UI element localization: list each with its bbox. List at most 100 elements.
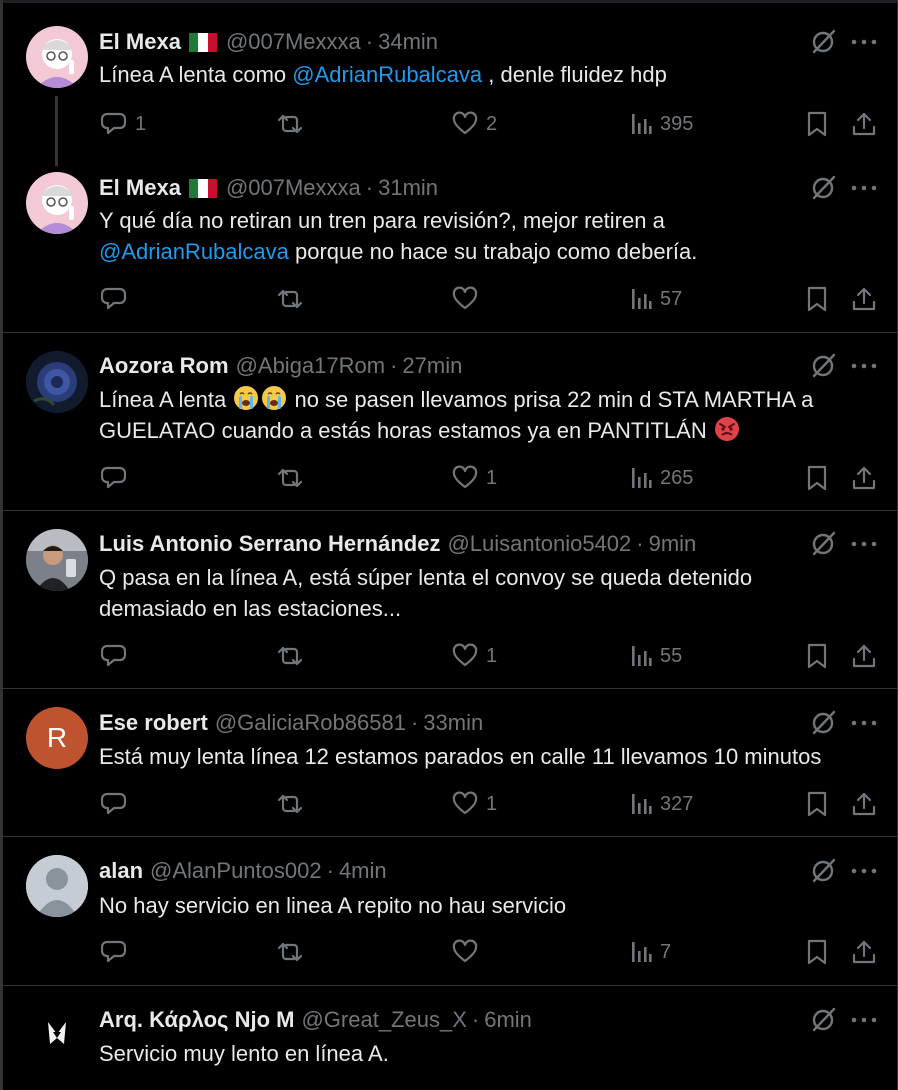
- avatar[interactable]: R: [26, 707, 88, 769]
- reply-button[interactable]: [101, 788, 127, 820]
- display-name[interactable]: alan: [99, 858, 143, 884]
- views-button[interactable]: 395: [630, 108, 693, 140]
- reply-button[interactable]: [101, 936, 127, 968]
- more-icon[interactable]: [850, 708, 878, 738]
- grok-icon[interactable]: [808, 1005, 838, 1035]
- views-button[interactable]: 57: [630, 283, 682, 315]
- bookmark-button[interactable]: [806, 283, 828, 315]
- handle[interactable]: @Abiga17Rom: [236, 353, 386, 379]
- share-button[interactable]: [851, 283, 877, 315]
- display-name[interactable]: Aozora Rom: [99, 353, 229, 379]
- avatar-letter: R: [46, 722, 68, 753]
- mention-link[interactable]: @AdrianRubalcava: [99, 239, 289, 264]
- like-button[interactable]: [452, 936, 478, 968]
- more-icon[interactable]: [850, 856, 878, 886]
- grok-icon[interactable]: [808, 708, 838, 738]
- tweet[interactable]: alan @AlanPuntos002 · 4min No hay servic…: [0, 837, 898, 985]
- timestamp[interactable]: 34min: [378, 29, 438, 55]
- bookmark-button[interactable]: [806, 936, 828, 968]
- reply-button[interactable]: [101, 640, 127, 672]
- display-name[interactable]: Luis Antonio Serrano Hernández: [99, 531, 440, 557]
- reply-icon: [101, 644, 127, 667]
- tweet-header: Luis Antonio Serrano Hernández @Luisanto…: [99, 529, 696, 559]
- views-button[interactable]: 55: [630, 640, 682, 672]
- retweet-icon: [277, 468, 303, 488]
- tweet[interactable]: El Mexa @007Mexxxa · 31min Y qué día no …: [0, 165, 898, 332]
- handle[interactable]: @007Mexxxa: [226, 175, 361, 201]
- timestamp[interactable]: 9min: [649, 531, 697, 557]
- grok-icon[interactable]: [808, 173, 838, 203]
- views-icon: [632, 289, 652, 309]
- retweet-button[interactable]: [275, 108, 305, 140]
- grok-icon[interactable]: [808, 27, 838, 57]
- view-count: 57: [660, 287, 683, 310]
- share-button[interactable]: [851, 108, 877, 140]
- grok-icon[interactable]: [808, 351, 838, 381]
- timestamp[interactable]: 6min: [484, 1007, 532, 1033]
- view-count: 55: [660, 644, 683, 667]
- retweet-button[interactable]: [275, 788, 305, 820]
- like-button[interactable]: 1: [452, 462, 497, 494]
- like-button[interactable]: 1: [452, 788, 497, 820]
- display-name[interactable]: El Mexa: [99, 29, 181, 55]
- grok-icon[interactable]: [808, 856, 838, 886]
- views-button[interactable]: 7: [630, 936, 671, 968]
- separator-dot: ·: [636, 531, 644, 556]
- like-button[interactable]: 1: [452, 640, 497, 672]
- reply-button[interactable]: 1: [101, 108, 146, 140]
- more-icon[interactable]: [850, 27, 878, 57]
- bookmark-button[interactable]: [806, 108, 828, 140]
- timestamp[interactable]: 31min: [378, 175, 438, 201]
- bookmark-button[interactable]: [806, 788, 828, 820]
- bookmark-button[interactable]: [806, 640, 828, 672]
- mention-link[interactable]: @AdrianRubalcava: [292, 62, 482, 87]
- more-icon[interactable]: [850, 351, 878, 381]
- retweet-icon: [277, 794, 303, 814]
- more-icon[interactable]: [850, 1005, 878, 1035]
- display-name[interactable]: Ese robert: [99, 710, 208, 736]
- share-button[interactable]: [851, 640, 877, 672]
- bookmark-button[interactable]: [806, 462, 828, 494]
- tweet[interactable]: El Mexa @007Mexxxa · 34min Línea A lenta…: [0, 0, 898, 166]
- timestamp[interactable]: 27min: [402, 353, 462, 379]
- handle[interactable]: @Luisantonio5402: [447, 531, 631, 557]
- timestamp[interactable]: 33min: [423, 710, 483, 736]
- tweet[interactable]: R Ese robert @GaliciaRob86581 · 33min Es…: [0, 689, 898, 836]
- tweet-actions: 1 265: [0, 462, 898, 494]
- tweet[interactable]: Luis Antonio Serrano Hernández @Luisanto…: [0, 511, 898, 688]
- avatar[interactable]: [26, 26, 88, 88]
- like-button[interactable]: [452, 283, 478, 315]
- retweet-button[interactable]: [275, 936, 305, 968]
- handle[interactable]: @GaliciaRob86581: [215, 710, 406, 736]
- views-icon: [632, 942, 652, 962]
- views-button[interactable]: 265: [630, 462, 693, 494]
- tweet[interactable]: Aozora Rom @Abiga17Rom · 27min Línea A l…: [0, 333, 898, 510]
- handle[interactable]: @Great_Zeus_X: [301, 1007, 466, 1033]
- retweet-button[interactable]: [275, 283, 305, 315]
- display-name[interactable]: El Mexa: [99, 175, 181, 201]
- handle[interactable]: @AlanPuntos002: [150, 858, 322, 884]
- grok-icon[interactable]: [808, 529, 838, 559]
- avatar[interactable]: [26, 855, 88, 917]
- timestamp[interactable]: 4min: [339, 858, 387, 884]
- share-button[interactable]: [851, 788, 877, 820]
- retweet-button[interactable]: [275, 640, 305, 672]
- handle[interactable]: @007Mexxxa: [226, 29, 361, 55]
- display-name[interactable]: Arq. Κάρλος Njo M: [99, 1007, 294, 1033]
- views-button[interactable]: 327: [630, 788, 693, 820]
- more-icon[interactable]: [850, 173, 878, 203]
- like-button[interactable]: 2: [452, 108, 497, 140]
- avatar[interactable]: [26, 1002, 88, 1064]
- reply-button[interactable]: [101, 283, 127, 315]
- more-icon[interactable]: [850, 529, 878, 559]
- avatar[interactable]: [26, 529, 88, 591]
- reply-button[interactable]: [101, 462, 127, 494]
- avatar[interactable]: [26, 172, 88, 234]
- share-icon: [852, 466, 876, 490]
- like-icon: [452, 111, 478, 135]
- share-button[interactable]: [851, 936, 877, 968]
- avatar[interactable]: [26, 351, 88, 413]
- retweet-button[interactable]: [275, 462, 305, 494]
- tweet[interactable]: Arq. Κάρλος Njo M @Great_Zeus_X · 6min S…: [0, 986, 898, 1090]
- share-button[interactable]: [851, 462, 877, 494]
